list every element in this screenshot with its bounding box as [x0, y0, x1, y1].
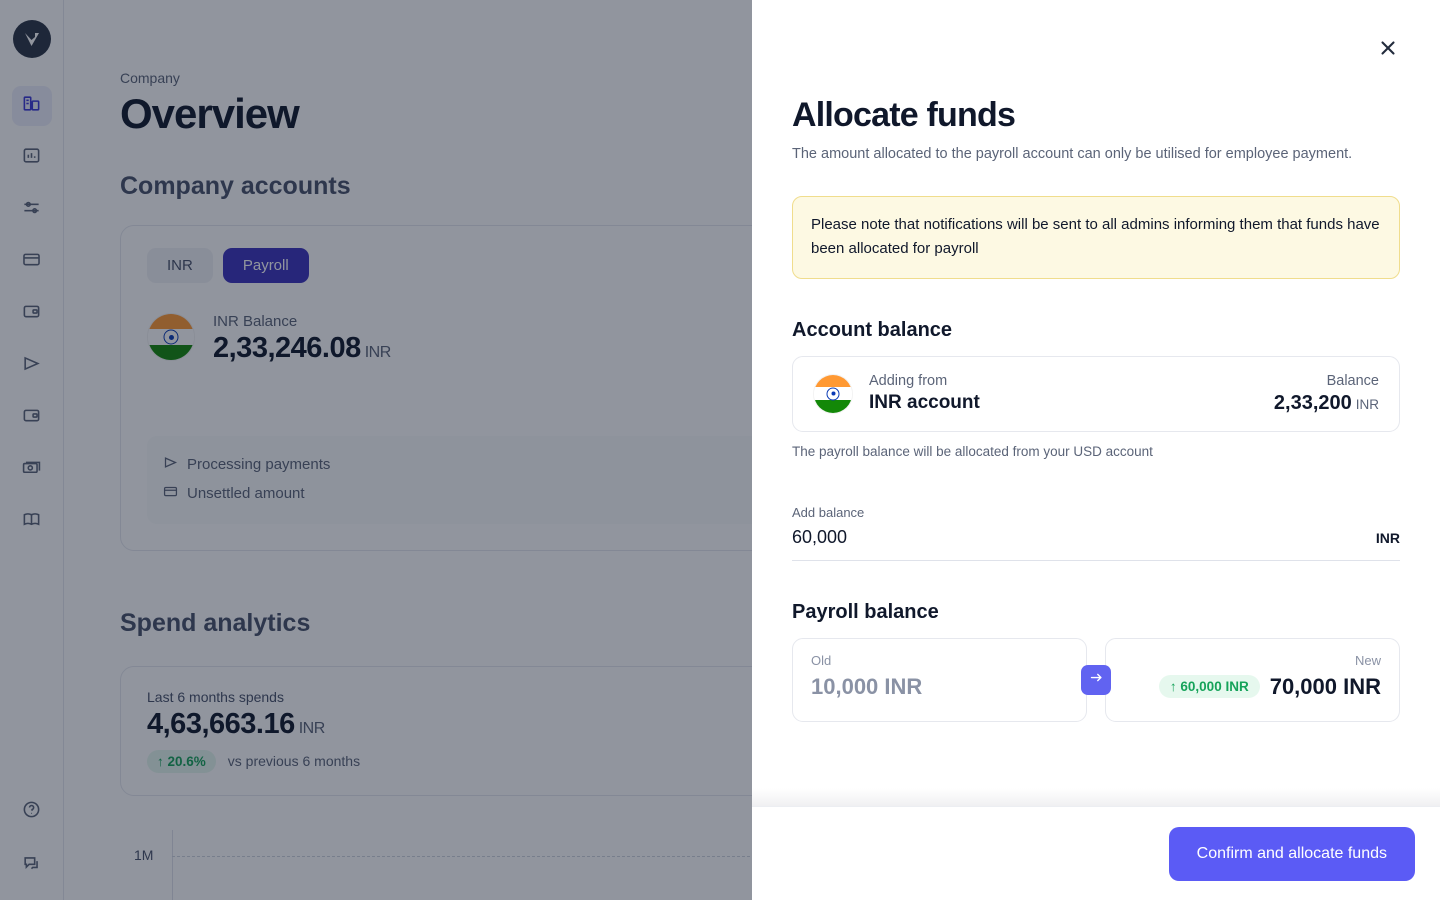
- notice-banner: Please note that notifications will be s…: [792, 196, 1400, 279]
- source-balance-value: 2,33,200 INR: [1274, 392, 1379, 415]
- payroll-new-label: New: [1354, 652, 1381, 668]
- payroll-balance-heading: Payroll balance: [792, 600, 939, 623]
- source-account-text: Adding from INR account: [869, 373, 980, 414]
- source-account-name: INR account: [869, 392, 980, 414]
- payroll-old-value: 10,000 INR: [811, 673, 923, 699]
- drawer-body: Allocate funds The amount allocated to t…: [752, 0, 1440, 806]
- payroll-new-row: ↑ 60,000 INR 70,000 INR: [1124, 674, 1381, 700]
- add-balance-row: INR: [792, 526, 1400, 548]
- add-balance-input[interactable]: [792, 526, 1376, 548]
- adding-from-label: Adding from: [869, 373, 948, 390]
- allocation-hint: The payroll balance will be allocated fr…: [792, 443, 1153, 459]
- payroll-balance-comparison: Old 10,000 INR New ↑ 60,000 INR 70,000 I…: [792, 637, 1400, 722]
- source-account-card[interactable]: Adding from INR account Balance 2,33,200…: [792, 355, 1400, 432]
- india-flag-icon: [813, 373, 853, 414]
- close-button[interactable]: [1374, 36, 1402, 64]
- payroll-new-box: New ↑ 60,000 INR 70,000 INR: [1105, 637, 1400, 722]
- source-balance-label: Balance: [1326, 372, 1379, 389]
- add-balance-label: Add balance: [792, 504, 865, 520]
- transition-arrow-button: [1081, 664, 1111, 695]
- close-icon: [1377, 37, 1399, 64]
- add-balance-currency: INR: [1375, 529, 1400, 546]
- payroll-old-box: Old 10,000 INR: [792, 637, 1087, 722]
- app-root: Company Overview Company accounts INR Pa…: [0, 0, 1440, 900]
- allocate-funds-drawer: Allocate funds The amount allocated to t…: [752, 0, 1440, 900]
- scroll-fade: [752, 788, 1440, 806]
- account-balance-heading: Account balance: [792, 318, 953, 341]
- add-balance-field: Add balance INR: [792, 505, 1400, 561]
- drawer-footer: Confirm and allocate funds: [752, 806, 1440, 900]
- source-balance-number: 2,33,200: [1273, 391, 1352, 414]
- drawer-subtitle: The amount allocated to the payroll acco…: [792, 146, 1353, 162]
- source-balance-currency: INR: [1355, 396, 1379, 412]
- arrow-right-icon: [1089, 670, 1104, 690]
- confirm-allocate-button[interactable]: Confirm and allocate funds: [1168, 826, 1415, 881]
- source-balance-group: Balance 2,33,200 INR: [1274, 373, 1379, 415]
- drawer-title: Allocate funds: [792, 96, 1016, 134]
- payroll-delta-badge: ↑ 60,000 INR: [1158, 675, 1260, 699]
- payroll-old-label: Old: [811, 652, 832, 668]
- payroll-new-value: 70,000 INR: [1269, 673, 1381, 699]
